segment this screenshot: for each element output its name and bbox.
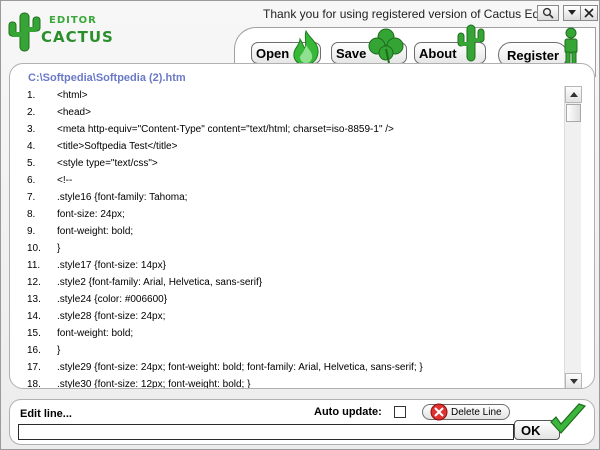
code-line[interactable]: 10.} — [10, 243, 562, 260]
line-number: 16. — [27, 345, 41, 356]
line-text: } — [57, 345, 61, 356]
line-text: <meta http-equiv="Content-Type" content=… — [57, 124, 394, 135]
edit-line-label: Edit line... — [20, 408, 72, 420]
code-lines[interactable]: 1. <html> 2. <head> 3. <meta http-equiv="Cont… — [10, 90, 562, 389]
code-line[interactable]: 12. .style2 {font-family: Arial, Helvetic… — [10, 277, 562, 294]
line-text: .style24 {color: #006600} — [57, 294, 168, 305]
code-line[interactable]: 7. .style16 {font-family: Tahoma; — [10, 192, 562, 209]
code-line[interactable]: 4. <title>Softpedia Test</title> — [10, 141, 562, 158]
code-line[interactable]: 15. font-weight: bold; — [10, 328, 562, 345]
open-button-label: Open — [256, 45, 290, 61]
cactus-editor-window: EDITOR CACTUS Thank you for using regist… — [0, 0, 600, 450]
ok-button-label: OK — [521, 422, 541, 438]
code-line[interactable]: 1. <html> — [10, 90, 562, 107]
line-text: <html> — [57, 90, 88, 101]
auto-update-checkbox[interactable] — [394, 406, 406, 418]
line-number: 14. — [27, 311, 41, 322]
cactus-logo-icon — [8, 12, 41, 52]
code-line[interactable]: 2. <head> — [10, 107, 562, 124]
scroll-down-button[interactable] — [565, 373, 582, 388]
scroll-thumb[interactable] — [566, 104, 581, 122]
code-line[interactable]: 16.} — [10, 345, 562, 362]
line-text: <title>Softpedia Test</title> — [57, 141, 178, 152]
logo-text-top: EDITOR — [49, 15, 97, 26]
line-number: 10. — [27, 243, 41, 254]
line-text: .style2 {font-family: Arial, Helvetica, … — [57, 277, 263, 288]
dropdown-button[interactable] — [563, 5, 581, 21]
chevron-down-icon — [568, 10, 576, 15]
line-text: <style type="text/css"> — [57, 158, 158, 169]
close-icon — [584, 8, 594, 18]
line-number: 13. — [27, 294, 41, 305]
line-number: 8. — [27, 209, 36, 220]
register-button-label: Register — [506, 47, 560, 63]
line-text: font-weight: bold; — [57, 226, 134, 237]
line-number: 11. — [27, 260, 41, 271]
file-path: C:\Softpedia\Softpedia (2).htm — [28, 72, 186, 84]
window-title: Thank you for using registered version o… — [263, 7, 556, 21]
line-text: .style30 {font-size: 12px; font-weight: … — [57, 379, 251, 389]
code-line[interactable]: 17. .style29 {font-size: 24px; font-weigh… — [10, 362, 562, 379]
vertical-scrollbar[interactable] — [564, 86, 582, 388]
line-number: 1. — [27, 90, 36, 101]
code-editor[interactable]: C:\Softpedia\Softpedia (2).htm 1. <html> 2… — [9, 63, 595, 389]
edit-line-input[interactable] — [18, 424, 514, 440]
chevron-up-icon — [569, 91, 578, 97]
delete-line-label: Delete Line — [451, 406, 502, 418]
line-text: <!-- — [57, 175, 73, 186]
line-text: font-weight: bold; — [57, 328, 134, 339]
line-text: <head> — [57, 107, 91, 118]
line-number: 5. — [27, 158, 36, 169]
logo-text-bottom: CACTUS — [41, 28, 114, 46]
checkmark-icon — [550, 403, 587, 434]
search-icon — [542, 7, 554, 19]
line-number: 9. — [27, 226, 36, 237]
code-line[interactable]: 6. <!-- — [10, 175, 562, 192]
save-button-label: Save — [336, 45, 367, 61]
person-icon — [564, 27, 578, 67]
delete-line-button[interactable]: Delete Line — [422, 403, 510, 421]
line-number: 18. — [27, 379, 41, 389]
edit-line-panel: Edit line... Auto update: Delete Line OK — [9, 399, 595, 445]
line-text: .style17 {font-size: 14px} — [57, 260, 166, 271]
line-number: 17. — [27, 362, 41, 373]
close-button[interactable] — [580, 5, 598, 21]
about-button-label: About — [419, 45, 457, 61]
line-text: .style28 {font-size: 24px; — [57, 311, 166, 322]
line-text: .style16 {font-family: Tahoma; — [57, 192, 188, 203]
line-number: 3. — [27, 124, 36, 135]
search-button[interactable] — [537, 5, 559, 21]
code-line[interactable]: 9. font-weight: bold; — [10, 226, 562, 243]
clover-icon — [368, 28, 404, 64]
delete-x-icon — [430, 403, 448, 421]
line-number: 12. — [27, 277, 41, 288]
line-number: 2. — [27, 107, 36, 118]
line-number: 4. — [27, 141, 36, 152]
auto-update-label: Auto update: — [314, 406, 382, 418]
code-line[interactable]: 8. font-size: 24px; — [10, 209, 562, 226]
line-number: 7. — [27, 192, 36, 203]
line-text: } — [57, 243, 61, 254]
line-number: 6. — [27, 175, 36, 186]
line-text: font-size: 24px; — [57, 209, 125, 220]
line-number: 15. — [27, 328, 41, 339]
code-line[interactable]: 11. .style17 {font-size: 14px} — [10, 260, 562, 277]
chevron-down-icon — [569, 378, 578, 384]
code-line[interactable]: 18. .style30 {font-size: 12px; font-weigh… — [10, 379, 562, 389]
app-logo: EDITOR CACTUS — [7, 7, 113, 57]
green-flame-icon — [293, 29, 319, 66]
code-line[interactable]: 13. .style24 {color: #006600} — [10, 294, 562, 311]
line-text: .style29 {font-size: 24px; font-weight: … — [57, 362, 423, 373]
code-line[interactable]: 5. <style type="text/css"> — [10, 158, 562, 175]
code-line[interactable]: 3. <meta http-equiv="Content-Type" conten… — [10, 124, 562, 141]
code-line[interactable]: 14. .style28 {font-size: 24px; — [10, 311, 562, 328]
scroll-up-button[interactable] — [565, 86, 582, 103]
cactus-icon — [457, 24, 485, 62]
